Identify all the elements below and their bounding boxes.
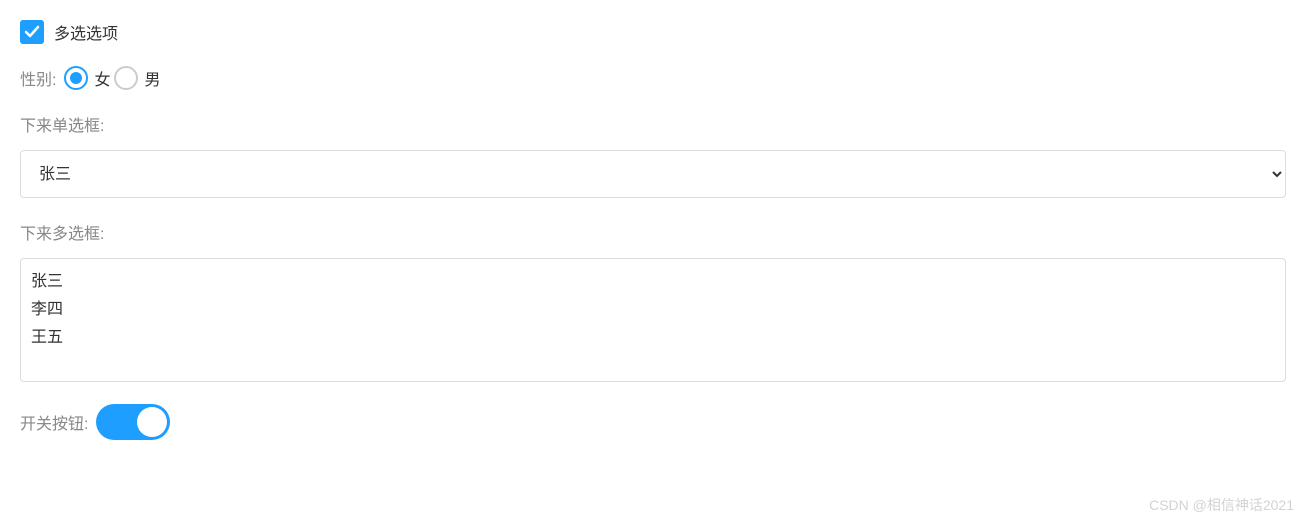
single-select[interactable]: 张三 (20, 150, 1286, 198)
multi-checkbox[interactable] (20, 20, 44, 44)
multi-select-row: 下来多选框: 张三 李四 王五 (20, 220, 1286, 382)
gender-label: 性别: (20, 66, 56, 90)
radio-male-label: 男 (144, 66, 160, 90)
gender-row: 性别: 女 男 (20, 66, 1286, 90)
checkbox-row: 多选选项 (20, 20, 1286, 44)
switch-label: 开关按钮: (20, 410, 88, 434)
switch-row: 开关按钮: (20, 404, 1286, 440)
single-select-label: 下来单选框: (20, 112, 104, 136)
watermark: CSDN @相信神话2021 (1149, 495, 1294, 515)
radio-male[interactable] (114, 66, 138, 90)
multi-select-label: 下来多选框: (20, 220, 104, 244)
multi-select[interactable]: 张三 李四 王五 (20, 258, 1286, 382)
multi-select-option[interactable]: 李四 (31, 293, 1275, 321)
switch-toggle[interactable] (96, 404, 170, 440)
checkbox-label: 多选选项 (54, 20, 118, 44)
radio-female-label: 女 (94, 66, 110, 90)
multi-select-option[interactable]: 张三 (31, 265, 1275, 293)
radio-female[interactable] (64, 66, 88, 90)
switch-knob (137, 407, 167, 437)
single-select-row: 下来单选框: 张三 (20, 112, 1286, 198)
check-icon (24, 24, 40, 40)
gender-radio-group: 女 男 (64, 66, 164, 90)
multi-select-option[interactable]: 王五 (31, 321, 1275, 349)
